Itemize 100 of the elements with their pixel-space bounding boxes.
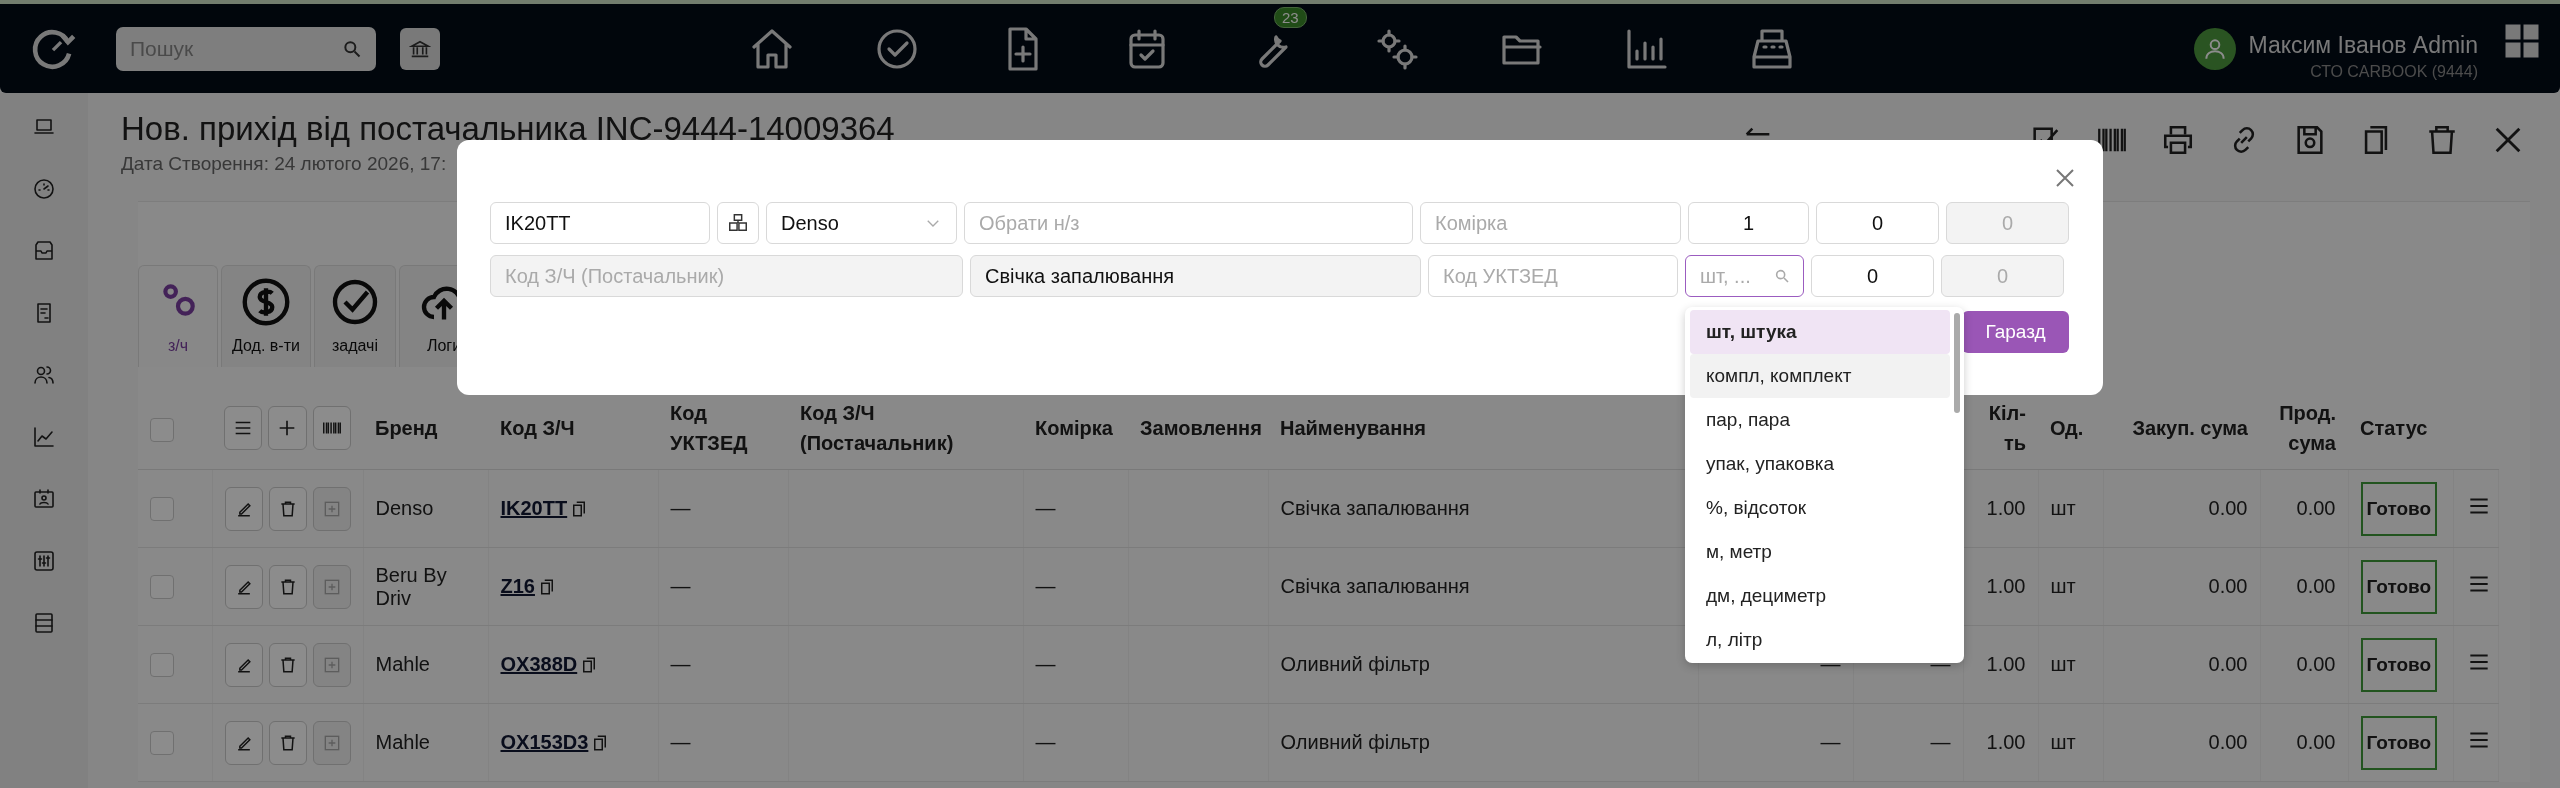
table-cell: шт: [2050, 731, 2076, 753]
table-cell: 0.00: [2296, 731, 2336, 753]
column-header: Кіл-ть: [1988, 402, 2026, 454]
table-cell: 0.00: [2296, 575, 2336, 597]
row-checkbox[interactable]: [150, 730, 174, 755]
edit-button[interactable]: [224, 720, 263, 765]
table-cell: шт: [2050, 575, 2076, 597]
edit-button[interactable]: [224, 564, 263, 609]
input-field[interactable]: Обрати н/з: [964, 202, 1413, 244]
row-checkbox[interactable]: [150, 574, 174, 599]
apps-grid-icon[interactable]: [2504, 22, 2540, 59]
dropdown-option[interactable]: м, метр: [1690, 530, 1950, 574]
notification-badge: 23: [1274, 6, 1307, 28]
number-field[interactable]: 0: [1816, 202, 1939, 244]
table-cell: Оливний фільтр: [1280, 653, 1430, 675]
column-header: Прод. сума: [2279, 402, 2336, 454]
number-field[interactable]: 1: [1688, 202, 1809, 244]
status-badge[interactable]: Готово: [2360, 559, 2438, 614]
check-circle-icon: [330, 277, 380, 327]
dropdown-option[interactable]: %, відсоток: [1690, 486, 1950, 530]
storage-button[interactable]: [717, 202, 759, 244]
column-header: Замовлення: [1140, 417, 1262, 439]
edit-button[interactable]: [224, 642, 263, 687]
part-code-link[interactable]: OX388D: [500, 653, 578, 676]
part-code-link[interactable]: OX153D3: [500, 731, 589, 754]
table-cell: —: [1035, 497, 1056, 519]
server-icon[interactable]: [32, 611, 56, 635]
tab[interactable]: Дод. в-ти: [221, 265, 311, 367]
table-cell: 0.00: [2296, 497, 2336, 519]
table-cell: —: [1035, 653, 1056, 675]
brand-select[interactable]: Denso: [766, 202, 957, 244]
column-header: Код УКТЗЕД: [670, 402, 748, 454]
bank-button[interactable]: [400, 27, 440, 70]
dropdown-option[interactable]: упак, упаковка: [1690, 442, 1950, 486]
company-name: СТО CARBOOK (9444): [2310, 63, 2478, 81]
avatar-icon[interactable]: [2194, 27, 2237, 70]
table-cell: Mahle: [375, 653, 430, 675]
input-field[interactable]: Код УКТЗЕД: [1428, 255, 1678, 297]
id-card-icon[interactable]: [32, 487, 56, 511]
table-cell: —: [670, 731, 691, 753]
table-cell: 0.00: [2208, 653, 2248, 675]
dropdown-option[interactable]: пар, пара: [1690, 398, 1950, 442]
edit-button[interactable]: [224, 486, 263, 531]
table-cell: —: [1035, 731, 1056, 753]
gauge-icon[interactable]: [32, 177, 56, 201]
column-header: Найменування: [1280, 417, 1426, 439]
dollar-icon: [241, 277, 291, 327]
row-checkbox[interactable]: [150, 496, 174, 521]
table-cell: —: [1930, 731, 1951, 753]
status-badge[interactable]: Готово: [2360, 715, 2438, 770]
table-cell: Свічка запалювання: [1280, 497, 1470, 519]
input-field[interactable]: Комірка: [1420, 202, 1681, 244]
sliders-icon[interactable]: [32, 549, 56, 573]
scrollbar[interactable]: [1954, 313, 1960, 413]
table-cell: —: [670, 575, 691, 597]
unit-search-field[interactable]: шт, ...: [1685, 255, 1804, 297]
select-all-checkbox[interactable]: [150, 417, 174, 442]
input-field[interactable]: IK20TT: [490, 202, 710, 244]
table-cell: 1.00: [1986, 497, 2026, 519]
table-cell: шт: [2050, 497, 2076, 519]
creation-date: Дата Створення: 24 лютого 2026, 17:: [121, 153, 448, 175]
status-badge[interactable]: Готово: [2360, 637, 2438, 692]
delete-button[interactable]: [268, 486, 307, 531]
table-cell: Denso: [375, 497, 434, 519]
search-icon[interactable]: [342, 38, 362, 59]
table-cell: —: [1820, 731, 1841, 753]
search-icon: [1774, 268, 1790, 284]
tab[interactable]: задачі: [314, 265, 396, 367]
add-button[interactable]: [268, 406, 307, 450]
delete-button[interactable]: [268, 564, 307, 609]
column-header: Код З/Ч: [500, 417, 575, 439]
dropdown-option[interactable]: дм, дециметр: [1690, 574, 1950, 618]
ok-button[interactable]: Гаразд: [1962, 311, 2069, 353]
tab[interactable]: з/ч: [138, 265, 218, 367]
part-code-link[interactable]: IK20TT: [500, 497, 568, 520]
menu-button[interactable]: [224, 406, 263, 450]
row-checkbox[interactable]: [150, 652, 174, 677]
column-header: Комірка: [1035, 417, 1113, 439]
table-cell: 0.00: [2208, 575, 2248, 597]
users-icon[interactable]: [32, 363, 56, 387]
part-code-link[interactable]: Z16: [500, 575, 535, 598]
column-header: Од.: [2050, 417, 2084, 439]
print-icon[interactable]: [2161, 123, 2195, 157]
inbox-icon[interactable]: [32, 239, 56, 263]
table-cell: 0.00: [2208, 497, 2248, 519]
column-header: Статус: [2360, 417, 2428, 439]
dropdown-option[interactable]: шт, штука: [1690, 310, 1950, 354]
dropdown-option[interactable]: компл, комплект: [1690, 354, 1950, 398]
user-name[interactable]: Максим Іванов Admin: [2248, 32, 2478, 59]
column-header: Бренд: [375, 417, 438, 439]
page-title: Нов. прихід від постачальника INC-9444-14009364: [121, 109, 895, 149]
table-cell: 1.00: [1986, 575, 2026, 597]
line-chart-icon[interactable]: [32, 425, 56, 449]
table-cell: —: [1035, 575, 1056, 597]
number-field[interactable]: 0: [1811, 255, 1934, 297]
delete-button[interactable]: [268, 720, 307, 765]
delete-button[interactable]: [268, 642, 307, 687]
table-cell: —: [670, 653, 691, 675]
barcode-button[interactable]: [312, 406, 351, 450]
status-badge[interactable]: Готово: [2360, 481, 2438, 536]
